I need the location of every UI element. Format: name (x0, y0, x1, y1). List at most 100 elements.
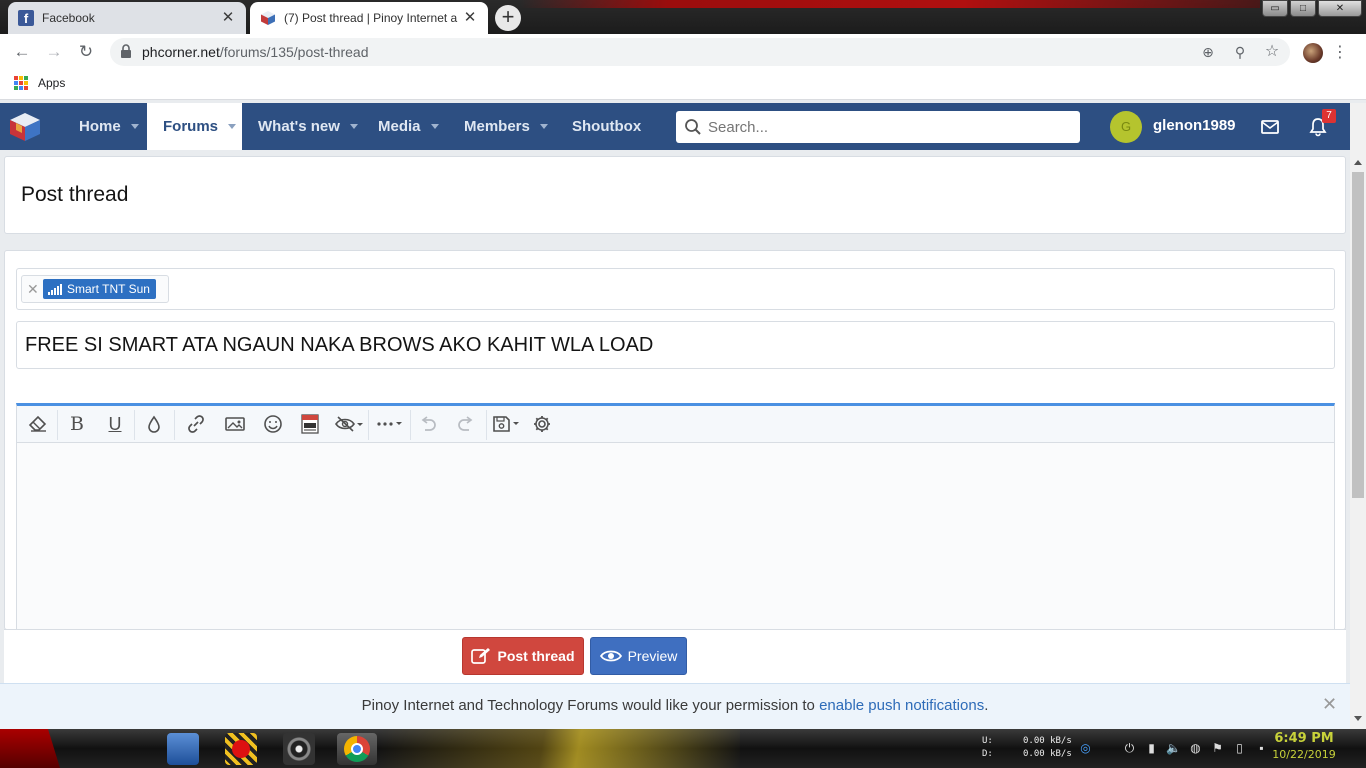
taskbar-clock[interactable]: 6:49 PM 10/22/2019 (1272, 731, 1336, 761)
search-input[interactable] (708, 111, 1068, 143)
chevron-down-icon[interactable] (430, 124, 439, 129)
maximize-icon[interactable]: □ (1290, 0, 1316, 17)
flag-icon[interactable]: ⚑ (1210, 739, 1225, 757)
volume-icon[interactable]: 🔈 (1166, 739, 1181, 757)
nav-forums[interactable]: Forums (147, 103, 242, 150)
underline-icon[interactable]: U (102, 412, 128, 436)
nav-shoutbox[interactable]: Shoutbox (556, 103, 656, 150)
tab-facebook[interactable]: f Facebook ✕ (8, 2, 246, 34)
url-text: phcorner.net/forums/135/post-thread (142, 44, 368, 60)
bookmark-star-icon[interactable]: ☆ (1263, 43, 1281, 61)
lock-icon (121, 44, 131, 58)
battery-icon[interactable]: ▯ (1232, 739, 1247, 757)
message-body-input[interactable] (17, 443, 1334, 631)
color-drop-icon[interactable] (141, 412, 167, 436)
thread-title-input[interactable] (16, 321, 1335, 369)
nav-home[interactable]: Home (63, 103, 147, 150)
nav-media[interactable]: Media (362, 103, 448, 150)
nav-label: Media (378, 118, 421, 135)
apps-shortcut[interactable]: Apps (14, 76, 65, 90)
forward-icon[interactable]: → (42, 40, 66, 64)
tray-overflow-icon[interactable]: ▪ (1254, 739, 1269, 757)
undo-icon[interactable] (415, 412, 441, 436)
chrome-icon-center (351, 743, 363, 755)
site-logo-icon[interactable] (8, 111, 42, 143)
push-notice-end: . (984, 697, 989, 714)
tab-post-thread[interactable]: (7) Post thread | Pinoy Internet a ✕ (250, 2, 488, 34)
download-speed: 0.00 kB/s (1023, 749, 1072, 759)
hide-icon[interactable] (332, 412, 366, 436)
redo-icon[interactable] (453, 412, 479, 436)
remove-prefix-icon[interactable]: ✕ (27, 281, 39, 298)
message-editor: B U (16, 403, 1335, 631)
explorer-icon[interactable] (167, 733, 199, 765)
link-icon[interactable] (183, 412, 209, 436)
browser-profile-avatar[interactable] (1303, 43, 1323, 63)
zoom-icon[interactable]: ⚲ (1231, 43, 1249, 61)
net-meter-labels: U: D: (982, 735, 993, 761)
post-thread-button[interactable]: Post thread (462, 637, 584, 675)
install-icon[interactable]: ⊕ (1199, 43, 1217, 61)
camera-icon[interactable] (283, 733, 315, 765)
eraser-icon[interactable] (25, 412, 51, 436)
network-icon[interactable]: ◍ (1188, 739, 1203, 757)
power-icon[interactable]: ⏻ (1122, 739, 1137, 757)
alerts-badge: 7 (1322, 109, 1336, 123)
start-button[interactable] (0, 729, 60, 768)
close-icon[interactable]: ✕ (1322, 694, 1337, 714)
envelope-icon[interactable] (1260, 117, 1280, 137)
chevron-down-icon[interactable] (130, 124, 139, 129)
prefix-selector[interactable]: ✕ Smart TNT Sun (16, 268, 1335, 310)
new-tab-button[interactable]: + (495, 5, 521, 31)
media-icon[interactable] (297, 412, 323, 436)
push-notification-notice: Pinoy Internet and Technology Forums wou… (0, 683, 1350, 729)
close-icon[interactable]: ✕ (220, 10, 236, 26)
bold-icon[interactable]: B (64, 412, 90, 436)
chrome-taskbar-item[interactable] (337, 733, 377, 765)
chevron-down-icon[interactable] (539, 124, 548, 129)
enable-push-link[interactable]: enable push notifications (819, 697, 984, 714)
reload-icon[interactable]: ↻ (74, 40, 98, 64)
system-tray: ◎ ⏻ ▮ 🔈 ◍ ⚑ ▯ ▪ (1078, 739, 1269, 757)
upload-label: U: (982, 736, 993, 746)
facebook-icon: f (18, 10, 34, 26)
chevron-down-icon[interactable] (349, 124, 358, 129)
scroll-thumb[interactable] (1352, 172, 1364, 498)
back-icon[interactable]: ← (10, 40, 34, 64)
apps-grid-icon (14, 76, 28, 90)
form-submit-row: Post thread Preview (4, 629, 1346, 683)
record-icon[interactable] (225, 733, 257, 765)
tray-spacer (1100, 739, 1115, 757)
page-title: Post thread (21, 183, 129, 206)
restore-icon[interactable]: ▭ (1262, 0, 1288, 17)
nav-whats-new[interactable]: What's new (242, 103, 362, 150)
address-bar[interactable]: phcorner.net/forums/135/post-thread ⊕ ⚲ … (110, 38, 1290, 66)
nav-label: Members (464, 118, 530, 135)
settings-icon[interactable] (529, 412, 555, 436)
nav-members[interactable]: Members (448, 103, 556, 150)
username[interactable]: glenon1989 (1153, 117, 1236, 134)
clock-date: 10/22/2019 (1272, 748, 1336, 761)
window-close-icon[interactable]: ✕ (1318, 0, 1362, 17)
preview-button[interactable]: Preview (590, 637, 687, 675)
chevron-down-icon[interactable] (228, 124, 237, 129)
net-meter-values: 0.00 kB/s 0.00 kB/s (1023, 735, 1072, 761)
drafts-icon[interactable] (491, 412, 523, 436)
prefix-chip[interactable]: ✕ Smart TNT Sun (21, 275, 169, 303)
close-icon[interactable]: ✕ (462, 10, 478, 26)
smiley-icon[interactable] (260, 412, 286, 436)
image-icon[interactable] (222, 412, 248, 436)
usb-icon[interactable]: ▮ (1144, 739, 1159, 757)
url-path: /forums/135/post-thread (219, 44, 369, 60)
browser-menu-icon[interactable]: ⋮ (1332, 42, 1348, 64)
phcorner-cube-icon (261, 11, 275, 25)
taskbar-decoration (380, 729, 740, 768)
scroll-down-icon[interactable] (1354, 716, 1362, 721)
scroll-up-icon[interactable] (1354, 160, 1362, 165)
sync-icon[interactable]: ◎ (1078, 739, 1093, 757)
site-search[interactable] (676, 111, 1080, 143)
avatar[interactable]: G (1110, 111, 1142, 143)
nav-label: Shoutbox (572, 118, 642, 135)
nav-label: Forums (163, 118, 219, 135)
more-icon[interactable] (373, 412, 407, 436)
